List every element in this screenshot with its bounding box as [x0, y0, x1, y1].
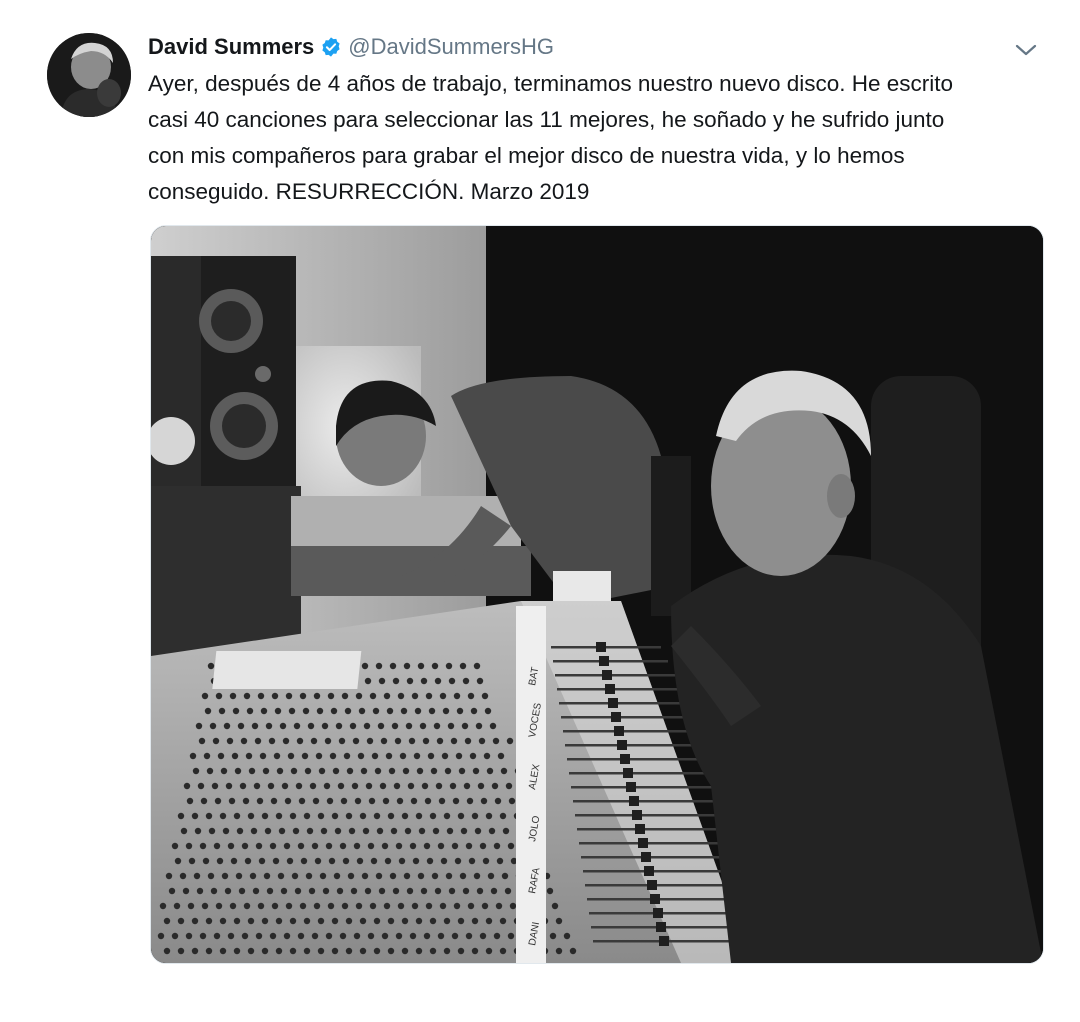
- tweet-header: David Summers @DavidSummersHG: [148, 30, 554, 64]
- notebook-on-console: [212, 651, 362, 689]
- avatar-portrait: [47, 33, 131, 117]
- tweet-text-line: conseguido. RESURRECCIÓN. Marzo 2019: [148, 179, 590, 204]
- studio-monitor-speaker: [151, 256, 296, 506]
- tweet-card[interactable]: David Summers @DavidSummersHG Ayer, desp…: [0, 0, 1080, 1022]
- chevron-down-icon[interactable]: [1012, 40, 1040, 60]
- author-handle[interactable]: @DavidSummersHG: [348, 34, 554, 60]
- tweet-text-line: casi 40 canciones para seleccionar las 1…: [148, 107, 945, 132]
- tweet-text: Ayer, después de 4 años de trabajo, term…: [148, 66, 1048, 210]
- studio-photo: DANIRAFAJOLOALEXVOCESBAT: [151, 226, 1043, 963]
- tweet-text-line: Ayer, después de 4 años de trabajo, term…: [148, 71, 954, 96]
- tweet-photo[interactable]: DANI RAFA JOLO ALEX VOCES BAT: [150, 225, 1044, 964]
- author-avatar[interactable]: [47, 33, 131, 117]
- author-name[interactable]: David Summers: [148, 34, 314, 60]
- verified-badge-icon: [320, 36, 342, 58]
- equipment-rack: [151, 486, 301, 656]
- tweet-text-line: con mis compañeros para grabar el mejor …: [148, 143, 905, 168]
